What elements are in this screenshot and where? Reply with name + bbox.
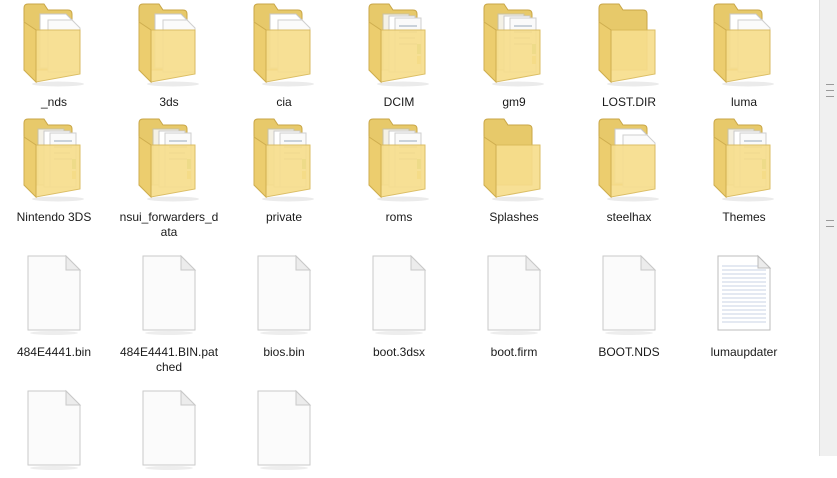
- folder-icon: [363, 0, 435, 88]
- item-label: gm9: [502, 95, 526, 109]
- item-label: boot.firm: [490, 345, 538, 359]
- item-label: nsui_forwarders_data: [119, 210, 219, 239]
- item-label: luma: [730, 95, 757, 109]
- file-icon: [593, 250, 665, 338]
- file-icon-grid: _nds 3ds cia DCIM gm9 LOST.DIR luma Nint…: [0, 0, 820, 470]
- file-icon: [248, 385, 320, 473]
- file-icon: [133, 385, 205, 473]
- folder-icon: [133, 0, 205, 88]
- item-label: cia: [276, 95, 292, 109]
- item-label: roms: [385, 210, 413, 224]
- scrollbar-thumb[interactable]: [822, 0, 835, 456]
- folder-icon: [478, 115, 550, 203]
- folder-icon: [18, 115, 90, 203]
- item-label: 484E4441.BIN.patched: [119, 345, 219, 374]
- scrollbar-grip-line: [826, 220, 834, 221]
- item-label: lumaupdater: [710, 345, 778, 359]
- folder-icon: [478, 0, 550, 88]
- item-label: private: [265, 210, 303, 224]
- folder-icon: [363, 115, 435, 203]
- file-icon: [18, 385, 90, 473]
- file-icon: [363, 250, 435, 338]
- item-label: Splashes: [489, 210, 539, 224]
- folder-icon: [18, 0, 90, 88]
- item-label: BOOT.NDS: [598, 345, 660, 359]
- text-document-icon: [708, 250, 780, 338]
- item-label: DCIM: [383, 95, 415, 109]
- item-label: Nintendo 3DS: [16, 210, 92, 224]
- folder-icon: [133, 115, 205, 203]
- scrollbar-grip-line: [826, 90, 834, 91]
- item-label: bios.bin: [263, 345, 305, 359]
- folder-icon: [708, 115, 780, 203]
- file-icon: [478, 250, 550, 338]
- folder-icon: [248, 0, 320, 88]
- item-label: steelhax: [606, 210, 652, 224]
- folder-icon: [593, 0, 665, 88]
- item-label: Themes: [722, 210, 766, 224]
- folder-icon: [708, 0, 780, 88]
- vertical-scrollbar[interactable]: [819, 0, 837, 456]
- scrollbar-grip-line: [826, 96, 834, 97]
- file-icon: [248, 250, 320, 338]
- item-label: LOST.DIR: [601, 95, 656, 109]
- scrollbar-grip-line: [826, 226, 834, 227]
- folder-icon: [593, 115, 665, 203]
- scrollbar-grip-line: [826, 84, 834, 85]
- item-label: 484E4441.bin: [16, 345, 92, 359]
- folder-icon: [248, 115, 320, 203]
- item-label: _nds: [40, 95, 68, 109]
- file-icon: [18, 250, 90, 338]
- item-label: 3ds: [159, 95, 179, 109]
- item-label: boot.3dsx: [372, 345, 426, 359]
- file-icon: [133, 250, 205, 338]
